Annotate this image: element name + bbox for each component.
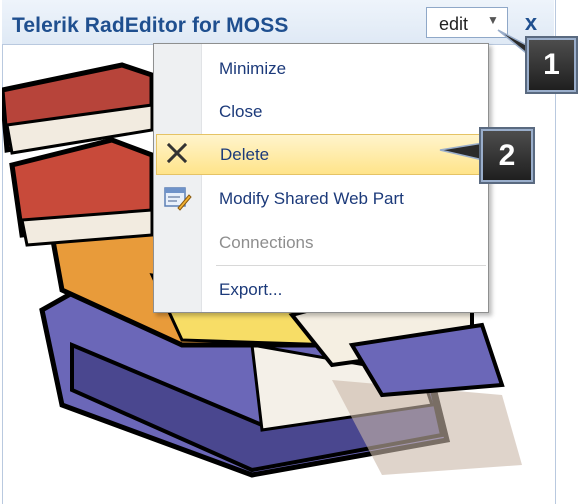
callout-pointers: [439, 29, 533, 161]
callout-badge-2: 2: [481, 129, 533, 182]
callout-pointer-2: [439, 142, 484, 161]
callout-badge-1: 1: [527, 38, 576, 92]
callout-number: 2: [498, 139, 516, 172]
callout-number: 1: [543, 48, 560, 81]
